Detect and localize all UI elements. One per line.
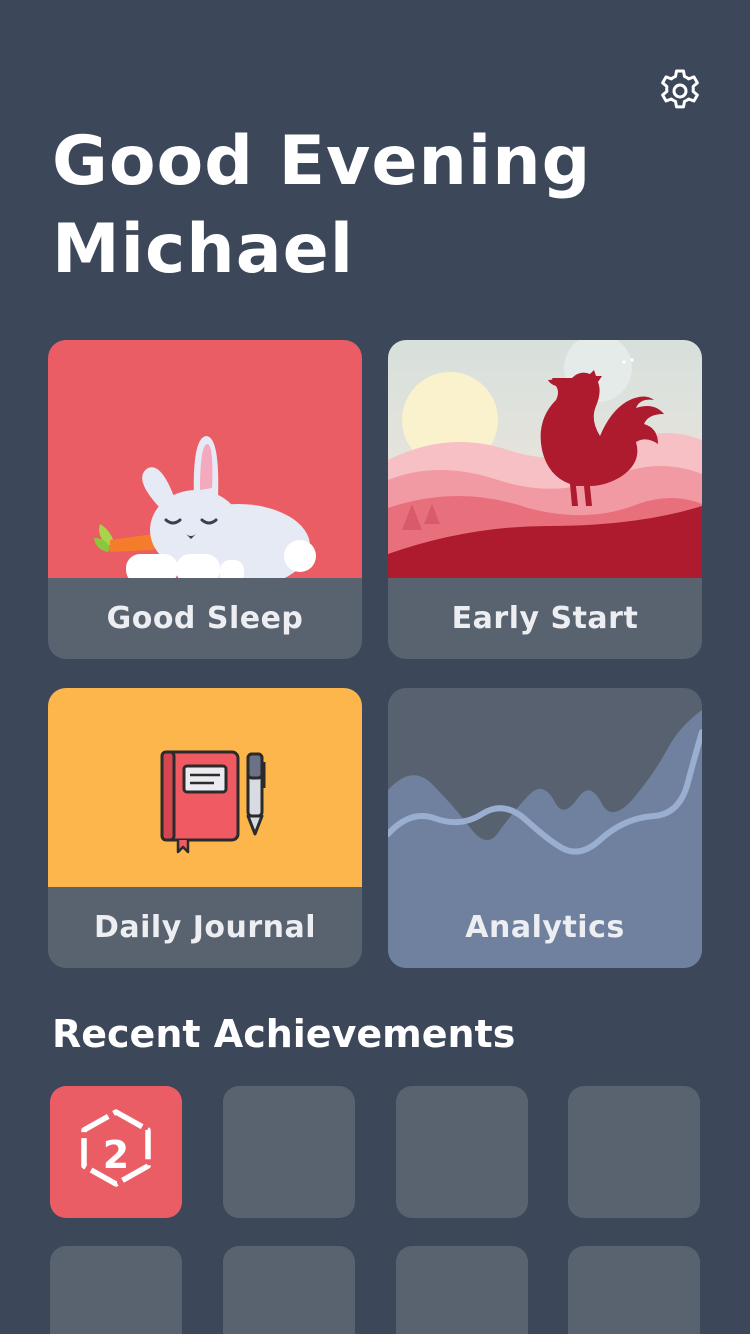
achievement-tile[interactable]	[568, 1246, 700, 1334]
card-label: Daily Journal	[93, 910, 317, 945]
good-sleep-footer: Good Sleep	[48, 578, 362, 659]
card-label: Early Start	[451, 601, 639, 636]
notebook-pen-illustration	[48, 688, 362, 887]
settings-button[interactable]	[656, 67, 704, 115]
card-label: Good Sleep	[106, 601, 304, 636]
greeting-title: Good Evening Michael	[52, 118, 591, 294]
achievement-tile[interactable]	[568, 1086, 700, 1218]
greeting-line-1: Good Evening	[52, 122, 592, 201]
gear-icon	[661, 69, 699, 109]
rooster-sunrise-illustration	[388, 340, 702, 578]
hexagon-badge-icon: 2	[81, 1109, 151, 1187]
greeting-line-2: Michael	[52, 210, 355, 289]
good-sleep-card[interactable]: Good Sleep	[48, 340, 362, 659]
daily-journal-card[interactable]: Daily Journal	[48, 688, 362, 968]
early-start-card[interactable]: Early Start	[388, 340, 702, 659]
achievement-tile[interactable]: 2	[50, 1086, 182, 1218]
achievement-tile[interactable]	[223, 1246, 355, 1334]
achievement-tile[interactable]	[396, 1086, 528, 1218]
achievement-tile[interactable]	[223, 1086, 355, 1218]
achievement-tile[interactable]	[50, 1246, 182, 1334]
badge-number: 2	[103, 1133, 129, 1177]
analytics-footer: Analytics	[388, 886, 702, 968]
analytics-card[interactable]: Analytics	[388, 688, 702, 968]
achievements-title: Recent Achievements	[52, 1012, 516, 1056]
early-start-footer: Early Start	[388, 578, 702, 659]
card-label: Analytics	[465, 909, 625, 945]
achievement-tile[interactable]	[396, 1246, 528, 1334]
bunny-illustration	[48, 340, 362, 588]
daily-journal-footer: Daily Journal	[48, 887, 362, 968]
